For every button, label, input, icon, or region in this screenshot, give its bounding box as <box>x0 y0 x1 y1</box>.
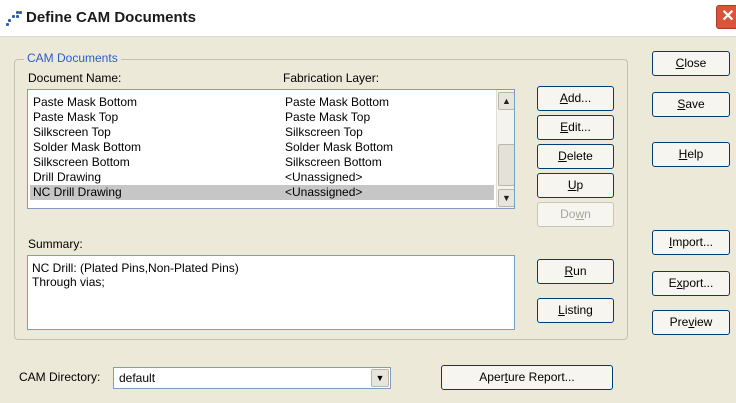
document-name: Paste Mask Top <box>33 110 119 124</box>
list-item[interactable]: Silkscreen Bottom Silkscreen Bottom <box>30 155 494 170</box>
title-bar: Define CAM Documents <box>0 0 736 37</box>
cam-directory-value: default <box>119 371 156 385</box>
export-button[interactable]: Export... <box>652 271 730 296</box>
list-item[interactable]: Solder Mask Bottom Solder Mask Bottom <box>30 140 494 155</box>
fabrication-layer: Paste Mask Bottom <box>285 95 390 109</box>
document-name: Paste Mask Bottom <box>33 95 138 109</box>
list-item-selected[interactable]: NC Drill Drawing <Unassigned> <box>30 185 494 200</box>
document-name: NC Drill Drawing <box>33 185 122 199</box>
cam-documents-list[interactable]: Paste Mask Bottom Paste Mask Bottom Past… <box>27 89 515 209</box>
close-button[interactable]: Close <box>652 51 730 76</box>
document-name: Silkscreen Top <box>33 125 111 139</box>
list-item[interactable]: Paste Mask Bottom Paste Mask Bottom <box>30 95 494 110</box>
fabrication-layer: Solder Mask Bottom <box>285 140 394 154</box>
scroll-down-icon[interactable]: ▼ <box>498 189 514 207</box>
listing-button[interactable]: Listing <box>537 298 614 323</box>
aperture-report-button[interactable]: Aperture Report... <box>441 365 613 390</box>
fabrication-layer: Silkscreen Top <box>285 125 363 139</box>
down-button[interactable]: Down <box>537 202 614 227</box>
fabrication-layer: <Unassigned> <box>285 170 363 184</box>
summary-line: NC Drill: (Plated Pins,Non-Plated Pins) <box>32 261 239 275</box>
window-title: Define CAM Documents <box>26 9 197 26</box>
list-item[interactable]: Paste Mask Top Paste Mask Top <box>30 110 494 125</box>
group-legend: CAM Documents <box>24 51 121 65</box>
fabrication-layer: Paste Mask Top <box>285 110 371 124</box>
list-scrollbar[interactable]: ▲ ▼ <box>496 90 514 208</box>
document-name: Solder Mask Bottom <box>33 140 142 154</box>
delete-button[interactable]: Delete <box>537 144 614 169</box>
import-button[interactable]: Import... <box>652 230 730 255</box>
chevron-down-icon[interactable]: ▼ <box>371 369 389 387</box>
scroll-up-icon[interactable]: ▲ <box>498 92 514 110</box>
app-dots-icon <box>6 11 22 26</box>
fabrication-layer-header: Fabrication Layer: <box>283 71 380 85</box>
list-item[interactable]: Silkscreen Top Silkscreen Top <box>30 125 494 140</box>
up-button[interactable]: Up <box>537 173 614 198</box>
help-button[interactable]: Help <box>652 142 730 167</box>
edit-button[interactable]: Edit... <box>537 115 614 140</box>
list-item[interactable]: Drill Drawing <Unassigned> <box>30 170 494 185</box>
scroll-thumb[interactable] <box>498 144 514 186</box>
cam-directory-select[interactable]: default ▼ <box>113 367 391 389</box>
fabrication-layer: <Unassigned> <box>285 185 363 199</box>
preview-button[interactable]: Preview <box>652 310 730 335</box>
summary-line: Through vias; <box>32 275 105 289</box>
add-button[interactable]: Add... <box>537 86 614 111</box>
document-name: Silkscreen Bottom <box>33 155 130 169</box>
summary-label: Summary: <box>28 237 83 251</box>
fabrication-layer: Silkscreen Bottom <box>285 155 382 169</box>
summary-box: NC Drill: (Plated Pins,Non-Plated Pins) … <box>27 255 515 330</box>
run-button[interactable]: Run <box>537 259 614 284</box>
save-button[interactable]: Save <box>652 92 730 117</box>
cam-directory-label: CAM Directory: <box>19 370 101 384</box>
document-name: Drill Drawing <box>33 170 102 184</box>
window-close-button[interactable]: ✕ <box>716 5 736 29</box>
document-name-header: Document Name: <box>28 71 122 85</box>
